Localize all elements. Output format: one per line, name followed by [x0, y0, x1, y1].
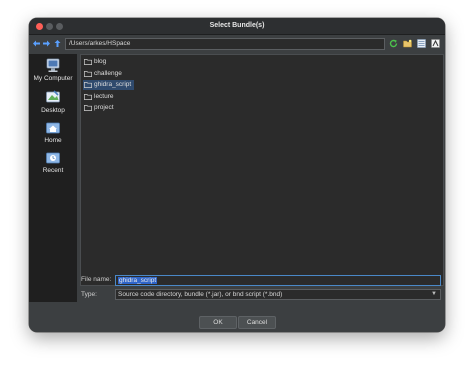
file-list-item-selected[interactable]: ghidra_script — [83, 80, 135, 90]
place-desktop[interactable]: Desktop — [29, 90, 77, 114]
computer-icon — [46, 58, 60, 72]
list-view-button[interactable] — [417, 39, 426, 48]
dialog-button-bar: OK Cancel — [29, 314, 445, 332]
file-name-input[interactable]: ghidra_script — [115, 275, 441, 286]
folder-icon — [84, 105, 92, 111]
path-field[interactable]: /Users/arkes/HSpace — [65, 38, 385, 50]
file-name: ghidra_script — [94, 81, 132, 88]
details-view-icon — [431, 39, 440, 48]
forward-button[interactable] — [42, 38, 51, 49]
up-directory-button[interactable] — [53, 38, 62, 49]
place-label: Home — [44, 137, 62, 144]
cancel-button[interactable]: Cancel — [238, 316, 276, 329]
file-name-label: File name: — [81, 276, 112, 283]
place-label: Recent — [42, 167, 64, 174]
folder-icon — [84, 71, 92, 77]
list-view-icon — [417, 39, 426, 48]
folder-icon — [84, 94, 92, 100]
recent-icon — [46, 152, 60, 164]
title-bar: Select Bundle(s) — [29, 18, 445, 35]
arrow-up-icon — [54, 40, 61, 47]
file-name: blog — [94, 58, 107, 65]
file-list[interactable]: blog challenge ghidra_script lecture pro… — [80, 54, 444, 286]
file-list-item[interactable]: challenge — [83, 69, 125, 79]
file-type-label: Type: — [81, 291, 97, 298]
select-bundle-dialog: Select Bundle(s) /Users/arkes/HSpace My … — [29, 18, 445, 332]
file-name: project — [94, 104, 114, 111]
details-view-button[interactable] — [431, 39, 440, 48]
ok-button[interactable]: OK — [199, 316, 237, 329]
file-list-item[interactable]: blog — [83, 57, 109, 67]
file-name: lecture — [94, 93, 114, 100]
file-type-value: Source code directory, bundle (*.jar), o… — [118, 291, 283, 298]
place-label: My Computer — [33, 75, 73, 82]
places-sidebar: My Computer Desktop Home Recent — [29, 54, 77, 302]
desktop-icon — [46, 90, 60, 103]
arrow-right-icon — [43, 40, 50, 47]
file-name: challenge — [94, 70, 122, 77]
toolbar: /Users/arkes/HSpace — [29, 36, 445, 52]
folder-icon — [84, 59, 92, 65]
folder-icon — [84, 82, 92, 88]
place-recent[interactable]: Recent — [29, 150, 77, 174]
file-name-value: ghidra_script — [118, 277, 158, 284]
home-icon — [46, 122, 60, 134]
dialog-title: Select Bundle(s) — [209, 22, 265, 29]
file-list-item[interactable]: lecture — [83, 92, 117, 102]
refresh-button[interactable] — [389, 39, 398, 48]
back-button[interactable] — [32, 38, 41, 49]
arrow-left-icon — [33, 40, 40, 47]
new-folder-icon — [403, 39, 412, 48]
place-my-computer[interactable]: My Computer — [29, 58, 77, 82]
file-type-select[interactable]: Source code directory, bundle (*.jar), o… — [115, 289, 441, 300]
new-folder-button[interactable] — [403, 39, 412, 48]
chevron-down-icon: ▼ — [431, 291, 437, 297]
place-label: Desktop — [41, 107, 65, 114]
place-home[interactable]: Home — [29, 120, 77, 144]
file-list-item[interactable]: project — [83, 103, 117, 113]
refresh-icon — [389, 39, 398, 48]
